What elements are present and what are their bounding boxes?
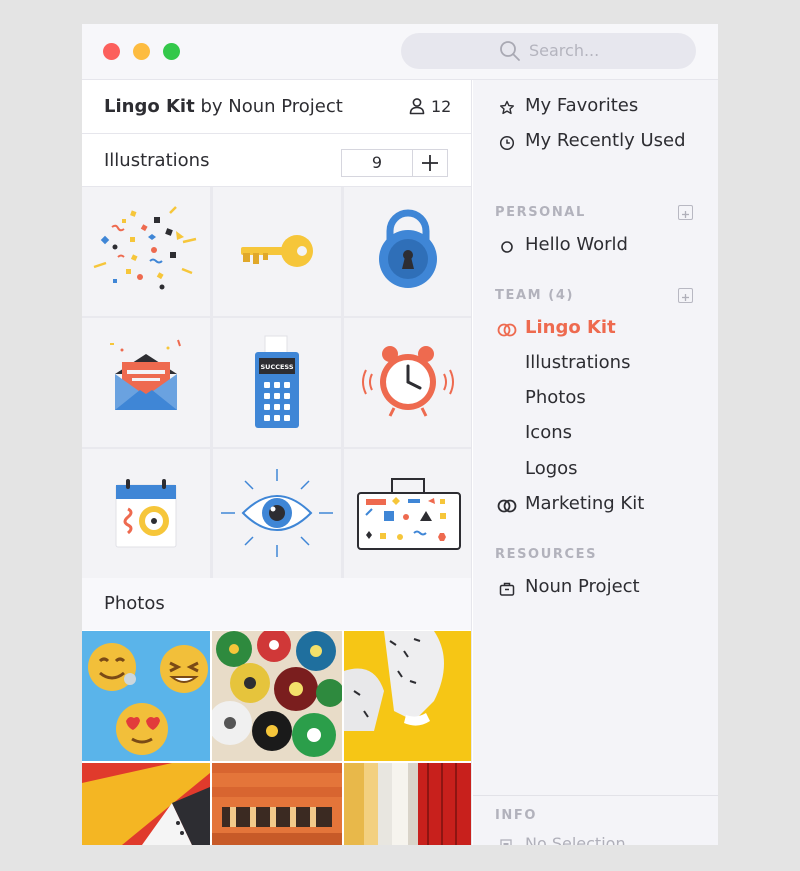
sidebar-item-label: Noun Project (525, 576, 640, 597)
photos-label: Photos (104, 593, 165, 614)
zoom-window-button[interactable] (163, 43, 180, 60)
sidebar-item-label: Icons (525, 422, 573, 443)
minimize-window-button[interactable] (133, 43, 150, 60)
illustrations-label: Illustrations (104, 150, 210, 171)
illustrations-grid: SUCCESS (82, 187, 471, 578)
sidebar-item-hello-world[interactable]: Hello World (473, 231, 718, 261)
kit-rings-icon (497, 499, 517, 513)
photos-grid (82, 631, 471, 845)
kit-rings-icon (497, 323, 517, 337)
info-no-selection: No Selection (525, 834, 626, 845)
photo-paper-shapes[interactable] (82, 763, 210, 845)
add-team-kit-button[interactable] (678, 288, 693, 303)
info-section-header: INFO (495, 808, 538, 823)
illustration-toolbox[interactable] (344, 449, 471, 578)
photo-emoji-cookies[interactable] (82, 631, 210, 761)
photo-vinyl-records[interactable] (212, 631, 342, 761)
app-window: Search... Lingo Kit by Noun Project 12 I… (82, 24, 718, 845)
sidebar-item-label: Photos (525, 387, 586, 408)
sidebar-item-recently-used[interactable]: My Recently Used (473, 127, 718, 157)
kit-owner: by Noun Project (200, 96, 343, 117)
calendar-illustration (115, 479, 177, 548)
add-illustration-button[interactable] (412, 149, 448, 177)
sidebar-item-label: Logos (525, 458, 578, 479)
star-icon (500, 100, 514, 115)
plus-icon (682, 294, 689, 301)
envelope-illustration (110, 339, 181, 410)
member-count: 12 (431, 97, 452, 116)
terminal-screen-text: SUCCESS (260, 363, 293, 371)
emoji-cookies-photo (88, 643, 208, 755)
resources-section-header: RESOURCES (495, 547, 598, 562)
sidebar-item-label: My Recently Used (525, 130, 686, 151)
kit-header: Lingo Kit by Noun Project 12 (82, 80, 471, 134)
close-window-button[interactable] (103, 43, 120, 60)
photos-header: Photos (82, 578, 471, 630)
dancer-photo (344, 631, 444, 731)
illustration-envelope[interactable] (82, 318, 210, 447)
illustration-calendar[interactable] (82, 449, 210, 578)
orange-building-photo (212, 763, 342, 845)
sidebar-item-icons[interactable]: Icons (473, 419, 718, 449)
sidebar-item-illustrations[interactable]: Illustrations (473, 349, 718, 379)
illustration-confetti[interactable] (82, 187, 210, 316)
briefcase-icon (499, 582, 515, 596)
padlock-illustration (379, 209, 437, 288)
sidebar-item-label: Hello World (525, 234, 628, 255)
illustration-payment-terminal[interactable]: SUCCESS (213, 318, 341, 447)
alarm-clock-illustration (362, 346, 454, 417)
search-input[interactable]: Search... (401, 33, 696, 69)
payment-terminal-illustration: SUCCESS (255, 335, 299, 428)
kit-name: Lingo Kit (104, 96, 195, 117)
illustration-key[interactable] (213, 187, 341, 316)
illustration-padlock[interactable] (344, 187, 471, 316)
illustration-eye[interactable] (213, 449, 341, 578)
stage-curtains-photo (344, 763, 457, 845)
sidebar-item-label: Marketing Kit (525, 493, 645, 514)
plus-icon (682, 211, 689, 218)
user-icon[interactable] (409, 97, 425, 115)
paper-shapes-photo (82, 763, 210, 845)
illustrations-header: Illustrations 9 (82, 135, 471, 187)
team-section-header: TEAM (4) (495, 288, 574, 303)
sidebar-item-logos[interactable]: Logos (473, 455, 718, 485)
sidebar-item-lingo-kit[interactable]: Lingo Kit (473, 314, 718, 344)
kit-content-pane: Lingo Kit by Noun Project 12 Illustratio… (82, 80, 472, 845)
photo-orange-building[interactable] (212, 763, 342, 845)
info-panel: INFO No Selection (473, 795, 718, 845)
photo-dancer-on-yellow[interactable] (344, 631, 471, 761)
sidebar-item-photos[interactable]: Photos (473, 384, 718, 414)
eye-illustration (221, 469, 333, 557)
sidebar-item-marketing-kit[interactable]: Marketing Kit (473, 490, 718, 520)
photo-stage-curtains[interactable] (344, 763, 471, 845)
title-bar: Search... (82, 24, 718, 80)
illustration-alarm-clock[interactable] (344, 318, 471, 447)
sidebar-item-label: Lingo Kit (525, 317, 616, 338)
confetti-illustration (93, 206, 197, 290)
search-placeholder: Search... (529, 41, 600, 60)
toolbox-illustration (357, 478, 461, 550)
sidebar-item-label: Illustrations (525, 352, 631, 373)
kit-title: Lingo Kit by Noun Project (104, 96, 343, 117)
personal-section-header: PERSONAL (495, 205, 586, 220)
illustrations-count: 9 (341, 149, 413, 177)
search-icon (500, 41, 520, 61)
sidebar-item-noun-project[interactable]: Noun Project (473, 573, 718, 603)
sidebar-item-label: My Favorites (525, 95, 639, 116)
sidebar-item-favorites[interactable]: My Favorites (473, 92, 718, 122)
circle-icon (501, 241, 513, 253)
clock-icon (499, 135, 515, 151)
key-illustration (241, 235, 313, 267)
plus-icon (422, 155, 438, 171)
sidebar: My Favorites My Recently Used PERSONAL H… (473, 80, 718, 845)
document-icon (500, 839, 512, 845)
add-personal-kit-button[interactable] (678, 205, 693, 220)
vinyl-records-photo (212, 631, 342, 757)
